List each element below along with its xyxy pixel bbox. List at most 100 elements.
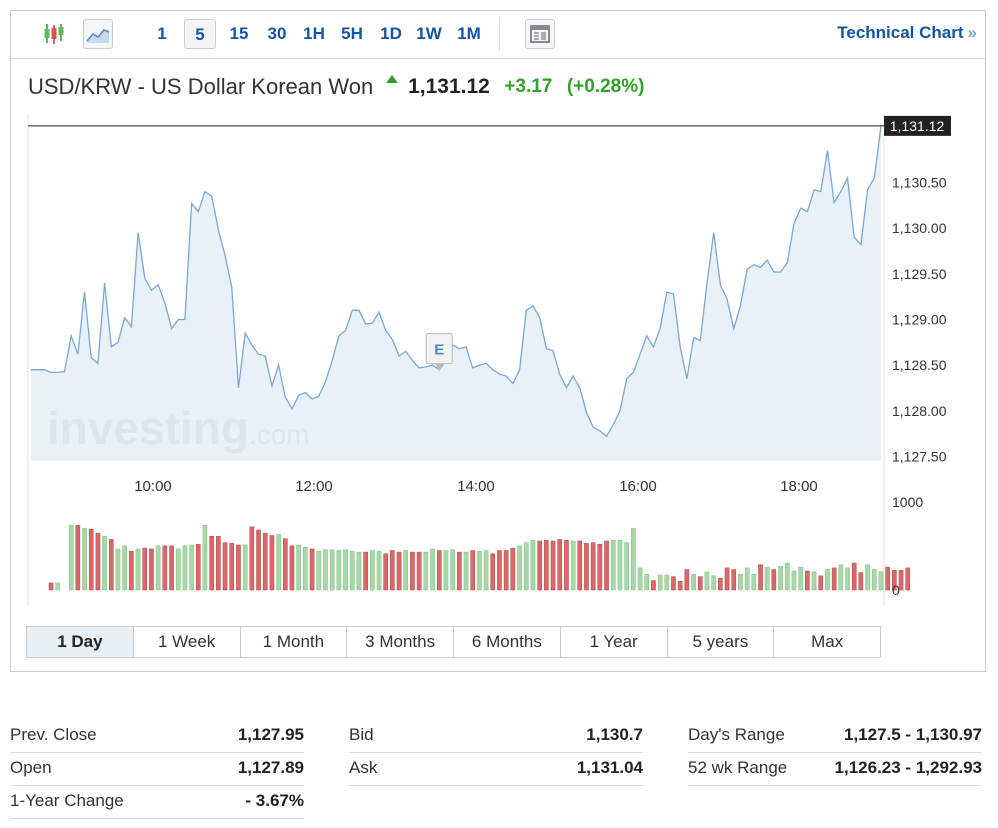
volume-bar [738, 573, 743, 591]
timeframe-tab-1-week[interactable]: 1 Week [134, 627, 241, 657]
stat-row: Prev. Close 1,127.95 [10, 720, 304, 753]
volume-bar [195, 543, 201, 591]
volume-bar [363, 551, 368, 591]
volume-bar [249, 526, 255, 591]
volume-bar [664, 574, 670, 591]
volume-bar [149, 548, 154, 591]
volume-bar [550, 540, 556, 591]
stat-value: 1,126.23 - 1,292.93 [834, 758, 982, 777]
timeframe-tab-5-years[interactable]: 5 years [668, 627, 775, 657]
timeframe-tab-1-day[interactable]: 1 Day [27, 627, 134, 657]
last-price-tag-label: 1,131.12 [890, 118, 945, 134]
volume-bar [122, 545, 127, 591]
volume-bar [711, 575, 716, 591]
timeframe-tab-6-months[interactable]: 6 Months [454, 627, 561, 657]
volume-bar [590, 542, 596, 591]
x-axis-tick-label: 18:00 [780, 478, 818, 495]
stat-value: 1,130.7 [586, 725, 643, 744]
volume-bar [209, 536, 214, 591]
volume-bar [825, 569, 830, 591]
event-marker-label: E [434, 342, 444, 359]
volume-bar [691, 573, 696, 591]
stat-label: Open [10, 758, 52, 777]
timeframe-tab-3-months[interactable]: 3 Months [347, 627, 454, 657]
stat-label: Bid [349, 725, 374, 744]
volume-bar [483, 550, 489, 591]
stat-row: 1-Year Change - 3.67% [10, 786, 304, 819]
volume-bar [537, 540, 542, 591]
volume-bar [430, 548, 435, 591]
volume-bar [818, 575, 824, 591]
x-axis-tick-label: 14:00 [457, 478, 495, 495]
volume-bar [88, 528, 94, 591]
y-axis-tick-label: 1,127.50 [892, 448, 947, 464]
volume-bar [68, 524, 74, 591]
volume-bar [316, 551, 322, 591]
volume-bar [262, 532, 268, 591]
stat-value: 1,131.04 [576, 758, 643, 777]
volume-bar [242, 544, 248, 591]
volume-bar [718, 577, 723, 591]
chart-panel: 1 5 15 30 1H 5H 1D 1W 1M Technical Chart» USD/KR… [10, 10, 986, 672]
x-axis-tick-label: 12:00 [295, 478, 333, 495]
volume-bar [423, 551, 429, 591]
volume-bar [544, 539, 549, 591]
timeframe-tab-1-year[interactable]: 1 Year [561, 627, 668, 657]
stat-value: 1,127.89 [237, 758, 304, 777]
volume-bar [95, 532, 101, 591]
volume-bar [410, 551, 415, 591]
stat-label: Ask [349, 758, 378, 777]
volume-bar [564, 539, 569, 591]
volume-bar [349, 551, 355, 591]
volume-bar [343, 549, 348, 591]
volume-bar [557, 539, 563, 591]
volume-bar [463, 551, 469, 591]
volume-bar [269, 535, 275, 591]
volume-bar [784, 562, 790, 591]
volume-bar [370, 550, 375, 591]
volume-bar [858, 572, 864, 591]
stat-label: Prev. Close [10, 725, 97, 744]
stats-column-3: Day's Range 1,127.5 - 1,130.97 52 wk Range… [688, 720, 982, 786]
volume-bar [135, 548, 141, 591]
volume-bar [637, 567, 643, 591]
volume-bar [671, 576, 676, 591]
volume-bar [283, 538, 288, 591]
volume-bar [845, 567, 850, 591]
volume-bar [202, 524, 208, 591]
timeframe-tab-1-month[interactable]: 1 Month [241, 627, 348, 657]
volume-bar [751, 573, 757, 591]
volume-bar [724, 567, 730, 591]
volume-bar [182, 545, 188, 591]
volume-bar [778, 566, 783, 591]
volume-bar [403, 550, 409, 591]
volume-bar [236, 544, 241, 591]
volume-bar [677, 581, 683, 591]
volume-bar [771, 569, 777, 591]
volume-bar [48, 582, 54, 591]
volume-bar [336, 550, 342, 591]
volume-bar [624, 542, 629, 591]
volume-bar [617, 539, 623, 591]
volume-bar [697, 576, 703, 591]
volume-bar [102, 536, 107, 591]
volume-bar [443, 550, 449, 591]
volume-bar [631, 528, 636, 591]
volume-bar [276, 534, 281, 591]
stat-value: 1,127.95 [237, 725, 304, 744]
volume-bar [744, 567, 750, 591]
volume-bar [457, 551, 462, 591]
volume-bar [851, 562, 857, 591]
volume-bar [490, 553, 496, 591]
stat-row: Bid 1,130.7 [349, 720, 643, 753]
stat-label: 52 wk Range [688, 758, 788, 777]
volume-bar [189, 544, 194, 591]
stat-value: 1,127.5 - 1,130.97 [843, 725, 982, 744]
volume-bar [115, 548, 121, 591]
volume-bar [878, 571, 884, 591]
volume-bar [256, 529, 261, 591]
timeframe-tab-max[interactable]: Max [774, 627, 880, 657]
price-chart[interactable]: investing.com1,131.121,130.501,130.001,1… [11, 11, 985, 611]
volume-bar [704, 571, 710, 591]
volume-bar [75, 524, 81, 591]
